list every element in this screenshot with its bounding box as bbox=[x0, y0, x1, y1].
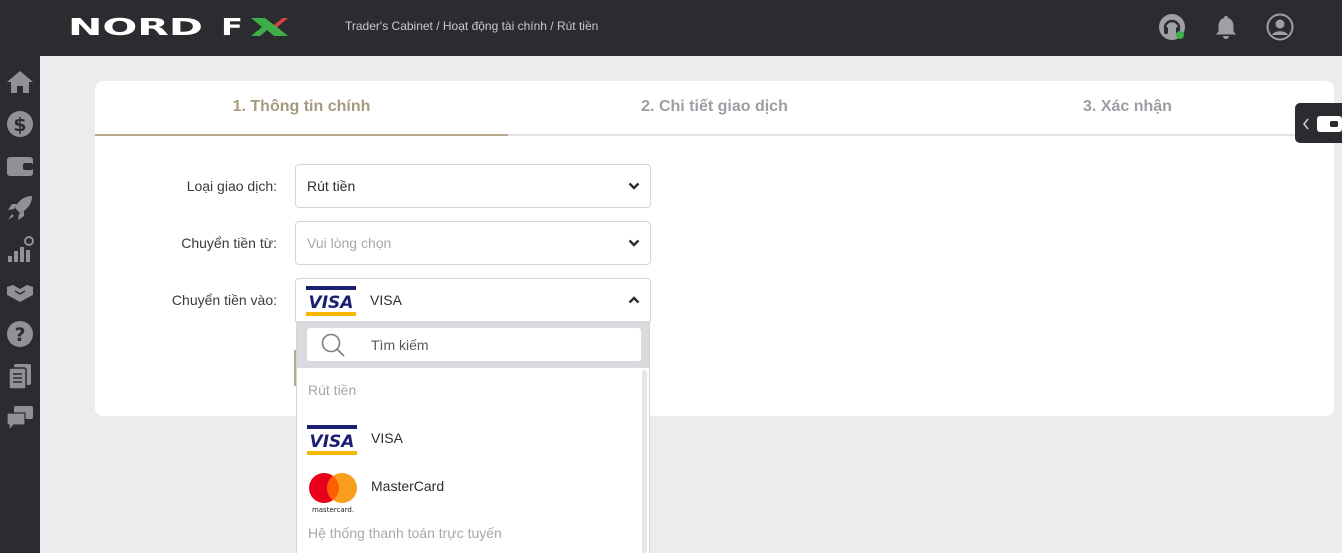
dropdown-search-input[interactable]: Tìm kiếm bbox=[307, 328, 641, 361]
chevron-down-icon bbox=[628, 239, 640, 247]
svg-text:F: F bbox=[221, 15, 243, 39]
bell-icon[interactable] bbox=[1212, 13, 1240, 41]
svg-text:?: ? bbox=[14, 324, 25, 346]
chart-icon[interactable] bbox=[6, 236, 34, 264]
svg-text:VISA: VISA bbox=[309, 293, 354, 313]
withdraw-card: 1. Thông tin chính 2. Chi tiết giao dịch… bbox=[95, 81, 1334, 416]
documents-icon[interactable] bbox=[6, 362, 34, 390]
tab-transaction-details[interactable]: 2. Chi tiết giao dịch bbox=[508, 98, 921, 116]
chat-icon[interactable] bbox=[6, 404, 34, 432]
rocket-icon[interactable] bbox=[6, 194, 34, 222]
wallet-icon[interactable] bbox=[6, 152, 34, 180]
transfer-from-label: Chuyển tiền từ: bbox=[181, 235, 277, 251]
option-mastercard[interactable]: mastercard. MasterCard bbox=[297, 465, 642, 514]
top-header: NORD F Trader's Cabinet / Hoạt động tài … bbox=[0, 0, 1342, 56]
option-visa-label: VISA bbox=[371, 430, 403, 446]
left-sidebar: $ ? bbox=[0, 56, 40, 553]
transfer-to-dropdown: Tìm kiếm Rút tiền VISA VISA mastercard. … bbox=[296, 321, 650, 553]
step-tabs: 1. Thông tin chính 2. Chi tiết giao dịch… bbox=[95, 81, 1334, 136]
help-icon[interactable]: ? bbox=[6, 320, 34, 348]
user-avatar-icon[interactable] bbox=[1266, 13, 1294, 41]
transaction-type-select[interactable]: Rút tiền bbox=[295, 164, 651, 208]
dropdown-search-bar: Tìm kiếm bbox=[297, 321, 649, 368]
visa-logo: VISA bbox=[307, 425, 357, 455]
dollar-icon[interactable]: $ bbox=[6, 110, 34, 138]
support-headset-icon[interactable] bbox=[1158, 13, 1186, 41]
tab-confirmation[interactable]: 3. Xác nhận bbox=[921, 98, 1334, 116]
home-icon[interactable] bbox=[6, 68, 34, 96]
transaction-type-label: Loại giao dịch: bbox=[186, 178, 277, 194]
visa-logo: VISA bbox=[306, 286, 356, 316]
nordfx-logo[interactable]: NORD F bbox=[68, 15, 288, 39]
nordfx-logo-mark: NORD F bbox=[68, 15, 288, 39]
svg-text:$: $ bbox=[13, 114, 26, 136]
svg-text:mastercard.: mastercard. bbox=[312, 506, 354, 514]
handshake-icon[interactable] bbox=[6, 278, 34, 306]
wallet-side-tab[interactable] bbox=[1295, 103, 1342, 143]
active-tab-indicator bbox=[95, 134, 508, 136]
search-placeholder: Tìm kiếm bbox=[371, 337, 429, 353]
transaction-type-value: Rút tiền bbox=[307, 178, 356, 194]
svg-text:NORD: NORD bbox=[68, 15, 203, 39]
transfer-to-value: VISA bbox=[370, 292, 402, 308]
group-label-withdraw: Rút tiền bbox=[308, 382, 357, 398]
tab-main-info[interactable]: 1. Thông tin chính bbox=[95, 98, 508, 116]
chevron-down-icon bbox=[628, 182, 640, 190]
wallet-icon bbox=[1302, 116, 1342, 132]
chevron-up-icon bbox=[628, 296, 640, 304]
mastercard-logo: mastercard. bbox=[309, 473, 357, 514]
transfer-from-select[interactable]: Vui lòng chọn bbox=[295, 221, 651, 265]
transfer-to-label: Chuyển tiền vào: bbox=[171, 292, 277, 308]
group-label-online-payment: Hệ thống thanh toán trực tuyến bbox=[308, 525, 502, 541]
breadcrumb[interactable]: Trader's Cabinet / Hoạt động tài chính /… bbox=[345, 19, 598, 33]
svg-text:VISA: VISA bbox=[310, 432, 355, 452]
transfer-from-placeholder: Vui lòng chọn bbox=[307, 235, 392, 251]
option-mastercard-label: MasterCard bbox=[371, 478, 445, 494]
search-icon bbox=[321, 333, 345, 357]
dropdown-scrollbar[interactable] bbox=[642, 370, 647, 553]
transfer-to-select[interactable]: VISA VISA bbox=[295, 278, 651, 322]
option-visa[interactable]: VISA VISA bbox=[297, 417, 642, 461]
